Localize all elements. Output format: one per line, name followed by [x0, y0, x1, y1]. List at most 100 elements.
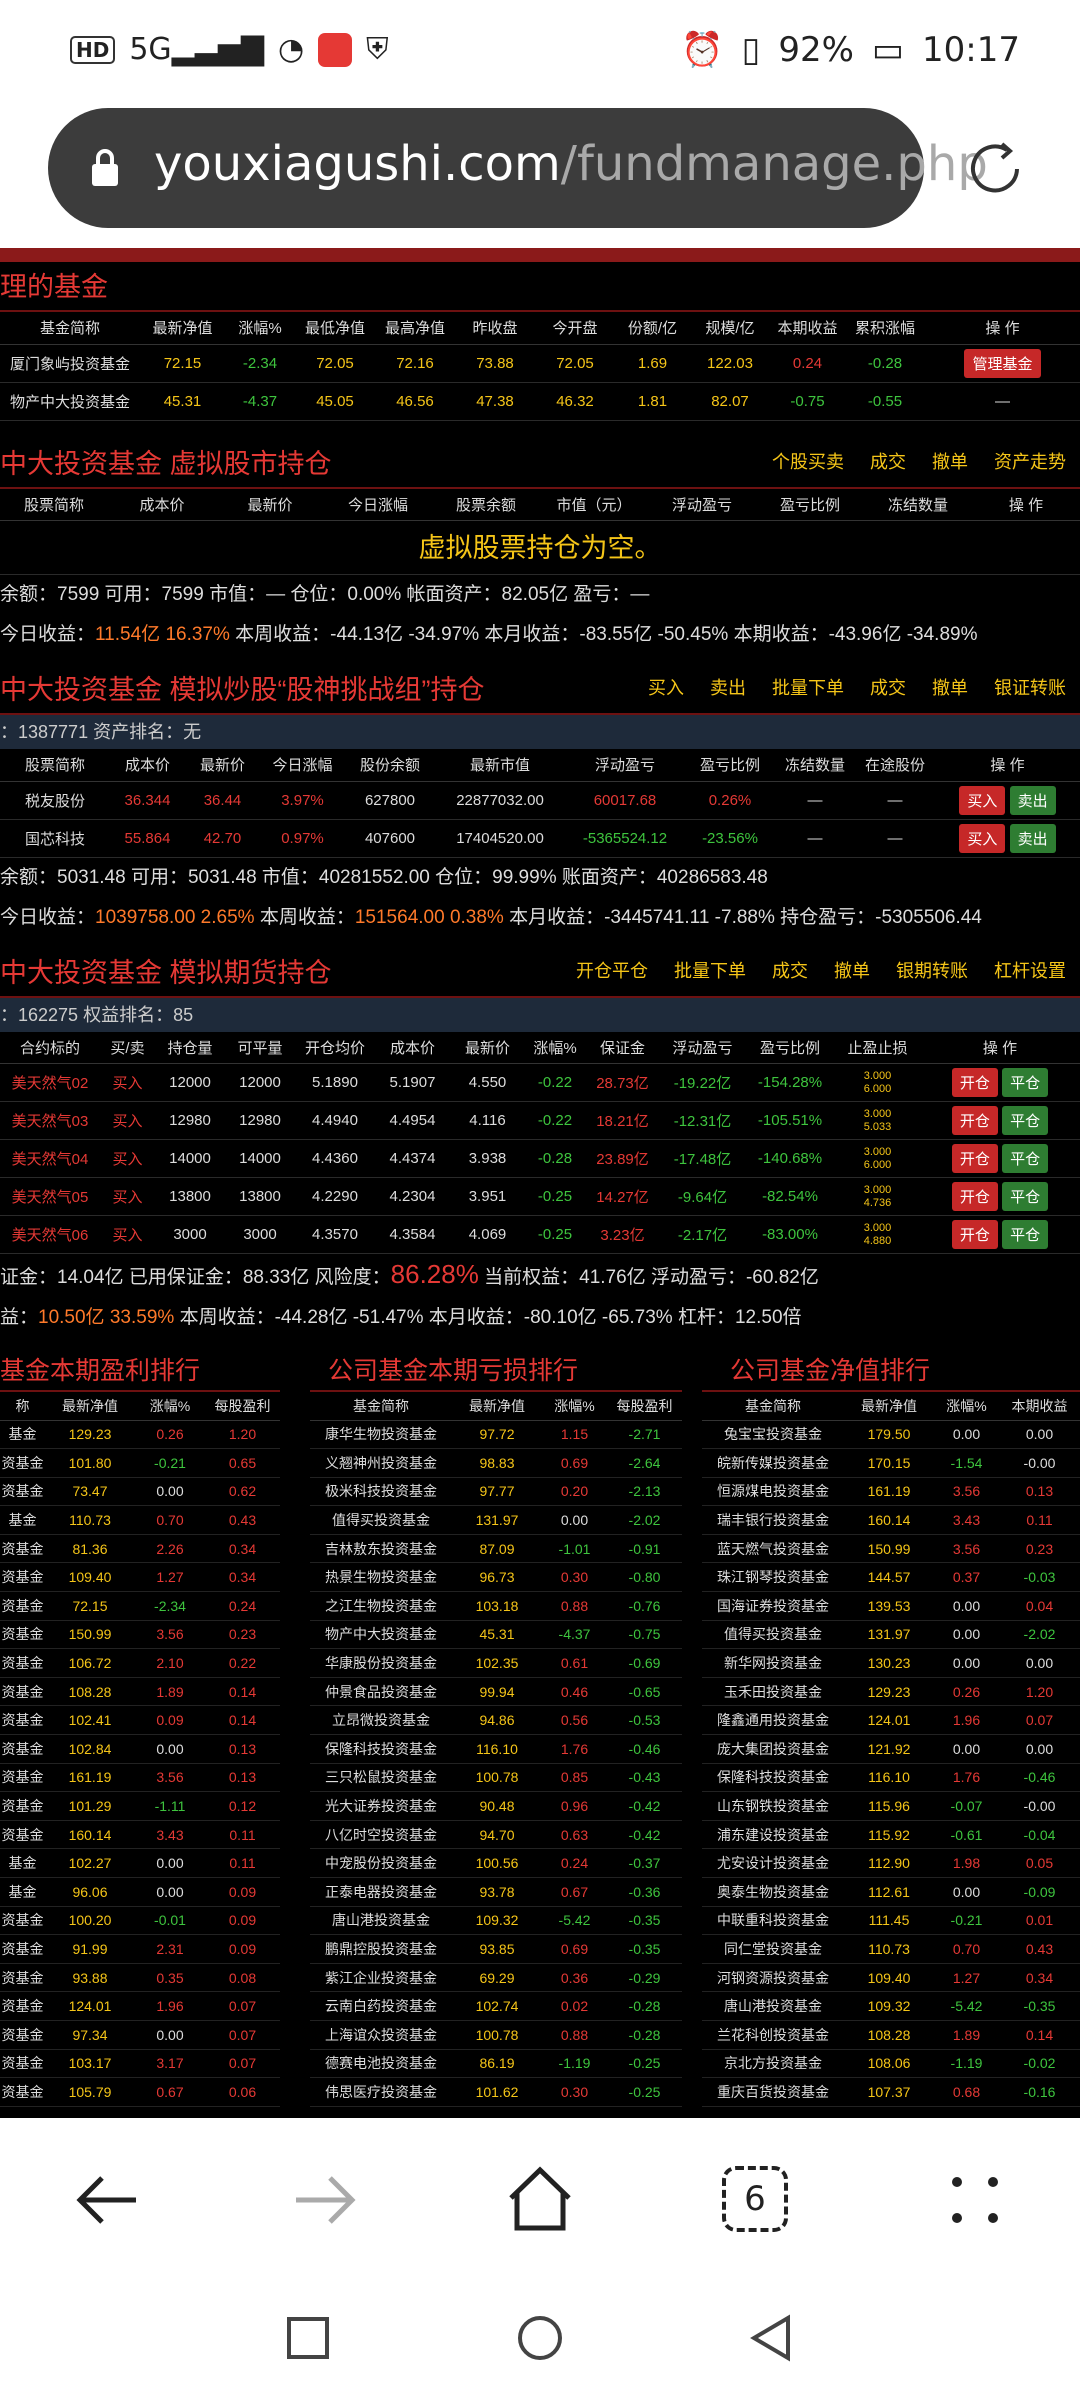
cell: -0.65: [607, 1677, 682, 1707]
manage-fund-button[interactable]: 管理基金: [964, 348, 1041, 378]
cell: -2.13: [607, 1477, 682, 1507]
section-link[interactable]: 杠杆设置: [994, 948, 1066, 994]
cell: -23.56%: [685, 819, 775, 858]
table-row: 基金 96.06 0.00 0.09: [0, 1877, 280, 1907]
cell: 0.69: [542, 1448, 607, 1478]
section-link[interactable]: 银证转账: [994, 665, 1066, 711]
cell: -0.28: [525, 1139, 585, 1178]
close-position-button[interactable]: 平仓: [1002, 1144, 1049, 1173]
section-link[interactable]: 批量下单: [772, 665, 844, 711]
cell: 0.70: [934, 1934, 999, 1964]
cell: -0.37: [607, 1848, 682, 1878]
cell: 上海谊众投资基金: [310, 2020, 452, 2050]
cell: -1.54: [934, 1448, 999, 1478]
table-row: 八亿时空投资基金 94.70 0.63 -0.42: [310, 1820, 682, 1850]
cell: 0.07: [205, 2049, 280, 2079]
buy-button[interactable]: 买入: [959, 823, 1006, 853]
open-position-button[interactable]: 开仓: [951, 1068, 998, 1097]
close-position-button[interactable]: 平仓: [1002, 1106, 1049, 1135]
cell: 基金: [0, 1505, 45, 1535]
cell: 179.50: [844, 1420, 934, 1450]
section-link[interactable]: 成交: [772, 948, 808, 994]
back-triangle-icon[interactable]: [748, 2314, 792, 2362]
cell: -0.00: [999, 1448, 1080, 1478]
cell: 14.27亿: [585, 1177, 660, 1216]
menu-icon[interactable]: [945, 2170, 1005, 2230]
tabs-button[interactable]: 6: [722, 2166, 788, 2232]
cell: 瑞丰银行投资基金: [702, 1505, 844, 1535]
home-icon[interactable]: [505, 2164, 575, 2234]
cell: 98.83: [452, 1448, 542, 1478]
cell: 资基金: [0, 1705, 45, 1736]
table-row: 云南白药投资基金 102.74 0.02 -0.28: [310, 1991, 682, 2021]
cell: —: [775, 781, 855, 820]
sell-button[interactable]: 卖出: [1009, 785, 1056, 815]
section-link[interactable]: 撤单: [932, 665, 968, 711]
cell: 中联重科投资基金: [702, 1906, 844, 1936]
cell: -0.35: [607, 1906, 682, 1936]
forward-icon[interactable]: [290, 2170, 360, 2230]
cell: -0.25: [525, 1177, 585, 1216]
section-link[interactable]: 开仓平仓: [576, 948, 648, 994]
open-position-button[interactable]: 开仓: [951, 1220, 998, 1249]
section-link[interactable]: 成交: [870, 439, 906, 485]
cell: 尤安设计投资基金: [702, 1848, 844, 1878]
table-row: 中联重科投资基金 111.45 -0.21 0.01: [702, 1906, 1080, 1936]
section-link[interactable]: 资产走势: [994, 439, 1066, 485]
back-icon[interactable]: [72, 2170, 142, 2230]
home-circle-icon[interactable]: [516, 2314, 564, 2362]
cell: 0.07: [205, 2020, 280, 2050]
cell: 基金: [0, 1877, 45, 1907]
cell: 96.06: [45, 1877, 135, 1907]
reload-icon[interactable]: [962, 136, 1028, 202]
cell: -5.42: [542, 1906, 607, 1936]
url-bar[interactable]: youxiagushi.com/fundmanage.php: [48, 108, 988, 228]
column-header: 冻结数量: [864, 488, 972, 521]
close-position-button[interactable]: 平仓: [1002, 1068, 1049, 1097]
section-link[interactable]: 批量下单: [674, 948, 746, 994]
cell: 108.06: [844, 2049, 934, 2079]
open-position-button[interactable]: 开仓: [951, 1106, 998, 1135]
open-position-button[interactable]: 开仓: [951, 1182, 998, 1211]
cell: —: [775, 819, 855, 858]
section-link[interactable]: 卖出: [710, 665, 746, 711]
column-header: 基金简称: [310, 1392, 452, 1421]
cell: 122.03: [690, 344, 770, 383]
cell: 97.77: [452, 1477, 542, 1507]
column-header: 基金简称: [0, 312, 140, 345]
buy-button[interactable]: 买入: [959, 785, 1006, 815]
open-position-button[interactable]: 开仓: [951, 1144, 998, 1173]
cell: 0.00: [934, 1591, 999, 1621]
section-link[interactable]: 撤单: [834, 948, 870, 994]
close-position-button[interactable]: 平仓: [1002, 1220, 1049, 1249]
cell: -0.22: [525, 1063, 585, 1102]
cell: 0.12: [205, 1791, 280, 1821]
stop-loss: 6.000: [863, 1082, 892, 1095]
section-link[interactable]: 撤单: [932, 439, 968, 485]
sell-button[interactable]: 卖出: [1009, 823, 1056, 853]
column-header: 持仓量: [155, 1031, 225, 1064]
section-link[interactable]: 银期转账: [896, 948, 968, 994]
cell: -0.91: [607, 1534, 682, 1564]
cell: 102.84: [45, 1734, 135, 1764]
cell: -0.00: [999, 1791, 1080, 1821]
close-position-button[interactable]: 平仓: [1002, 1182, 1049, 1211]
table-row: 京北方投资基金 108.06 -1.19 -0.02: [702, 2049, 1080, 2079]
cell: -0.28: [607, 1991, 682, 2021]
url-text[interactable]: youxiagushi.com/fundmanage.php: [154, 136, 988, 192]
column-header: 今开盘: [535, 312, 615, 345]
section-link[interactable]: 成交: [870, 665, 906, 711]
cell: 0.01: [999, 1906, 1080, 1936]
futures-section: 中大投资基金 模拟期货持仓 开仓平仓 批量下单 成交 撤单 银期转账 杠杆设置 ：16227…: [0, 948, 1080, 1339]
cell: 13800: [155, 1177, 225, 1216]
cell: 407600: [345, 819, 435, 858]
recents-icon[interactable]: [286, 2316, 330, 2360]
cell: 121.92: [844, 1734, 934, 1764]
cell: 美天然气04: [0, 1139, 100, 1178]
column-header: 最低净值: [295, 312, 375, 345]
cell: 110.73: [45, 1505, 135, 1535]
section-link[interactable]: 买入: [648, 665, 684, 711]
table-row: 物产中大投资基金 45.31 -4.37 45.05 46.56 47.38 46.32 1.…: [0, 382, 1080, 421]
section-link[interactable]: 个股买卖: [772, 439, 844, 485]
virtual-stock-table: 股票简称 成本价 最新价 今日涨幅 股票余额 市值（元） 浮动盈亏 盈亏比例 冻结数量操 作: [0, 488, 1080, 521]
